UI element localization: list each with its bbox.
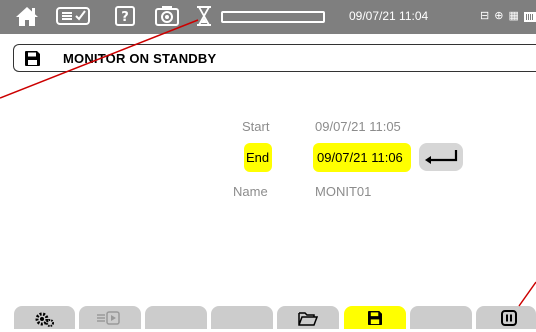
floppy-disk-icon — [25, 51, 40, 66]
camera-icon[interactable] — [154, 5, 180, 27]
settings-button[interactable] — [14, 306, 75, 329]
end-label: End — [246, 150, 270, 165]
home-icon[interactable] — [14, 5, 40, 27]
svg-text:?: ? — [121, 10, 129, 25]
annotation-line-pause — [518, 281, 536, 307]
status-bar: ? 09/07/21 11:04 ⊟ ⊕ ▦ — [0, 0, 536, 34]
pause-button[interactable] — [476, 306, 536, 329]
hourglass-icon — [195, 5, 213, 27]
save-button[interactable] — [344, 306, 406, 329]
name-label: Name — [233, 184, 268, 199]
name-value[interactable]: MONIT01 — [315, 184, 371, 199]
enter-icon — [423, 148, 459, 166]
start-value[interactable]: 09/07/21 11:05 — [315, 119, 401, 134]
settings-icon — [35, 311, 55, 327]
end-value[interactable]: 09/07/21 11:06 — [317, 150, 403, 165]
start-label: Start — [242, 119, 270, 134]
open-folder-icon — [298, 311, 319, 326]
pause-icon — [501, 310, 517, 326]
floppy-disk-icon — [368, 311, 382, 325]
enter-button[interactable] — [419, 143, 463, 171]
bottom-toolbar — [0, 306, 536, 329]
help-icon[interactable]: ? — [114, 5, 136, 27]
toolbar-button-4[interactable] — [211, 306, 273, 329]
status-datetime: 09/07/21 11:04 — [349, 9, 429, 23]
toolbar-button-7[interactable] — [410, 306, 472, 329]
battery-icon — [524, 12, 536, 22]
title-bar: MONITOR ON STANDBY — [13, 44, 536, 72]
connectivity-icon: ⊟ ⊕ ▦ — [480, 10, 520, 22]
open-folder-button[interactable] — [277, 306, 339, 329]
page-title: MONITOR ON STANDBY — [63, 51, 217, 66]
progress-bar — [221, 11, 325, 23]
toolbar-button-3[interactable] — [145, 306, 207, 329]
export-icon — [97, 311, 123, 325]
export-button[interactable] — [79, 306, 141, 329]
display-settings-icon[interactable] — [55, 5, 91, 27]
